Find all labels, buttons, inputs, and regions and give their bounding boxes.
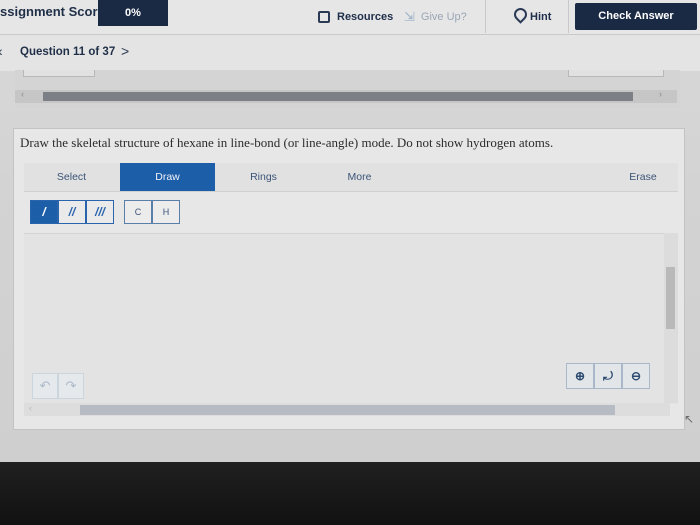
carbon-atom-button[interactable]: C	[124, 200, 152, 224]
tab-erase[interactable]: Erase	[609, 163, 677, 191]
redo-icon[interactable]: ↷	[58, 373, 84, 399]
give-up-button[interactable]: ⇲ Give Up?	[398, 0, 482, 33]
assignment-score-label: ssignment Score:	[0, 4, 110, 19]
zoom-in-icon[interactable]: ⊕	[566, 363, 594, 389]
tab-rings[interactable]: Rings	[216, 163, 311, 191]
frame-right-tab	[568, 70, 664, 77]
zoom-reset-icon[interactable]: ⤾	[594, 363, 622, 389]
scroll-left-arrow[interactable]: ‹	[21, 89, 24, 99]
give-up-label: Give Up?	[420, 10, 467, 23]
triple-bond-button[interactable]: ///	[86, 200, 114, 224]
question-panel: Draw the skeletal structure of hexane in…	[13, 128, 685, 430]
scroll-right-arrow[interactable]: ›	[659, 89, 662, 99]
single-bond-button[interactable]: /	[30, 200, 58, 224]
horizontal-scrollbar-top[interactable]: ‹ ›	[15, 89, 677, 103]
hint-label: Hint	[530, 10, 552, 23]
question-counter: Question 11 of 37	[20, 46, 116, 58]
drawing-toolbar: Select Draw Rings More Erase	[24, 163, 678, 192]
canvas-horizontal-scrollbar[interactable]: ‹	[24, 403, 670, 416]
atom-tool-group: C H	[124, 200, 180, 226]
tab-draw[interactable]: Draw	[120, 163, 215, 191]
undo-redo-group: ↶ ↷	[32, 373, 84, 399]
give-up-icon: ⇲	[404, 8, 415, 24]
undo-icon[interactable]: ↶	[32, 373, 58, 399]
hydrogen-atom-button[interactable]: H	[152, 200, 180, 224]
resources-button[interactable]: Resources	[310, 0, 394, 33]
document-icon	[318, 10, 330, 23]
question-prompt: Draw the skeletal structure of hexane in…	[20, 135, 554, 150]
check-answer-button[interactable]: Check Answer	[575, 3, 697, 30]
double-bond-button[interactable]: //	[58, 200, 86, 224]
mouse-cursor-icon: ↖	[684, 412, 695, 426]
scrollbar-thumb[interactable]	[80, 405, 615, 415]
previous-question-arrow[interactable]: ‹	[0, 43, 3, 59]
scrollbar-thumb[interactable]	[43, 92, 633, 101]
top-bar: ssignment Score: 0% Resources ⇲ Give Up?…	[0, 0, 700, 34]
zoom-out-icon[interactable]: ⊖	[622, 363, 650, 389]
assignment-score-value: 0%	[98, 0, 168, 26]
bond-tool-group: / // ///	[30, 200, 114, 226]
question-navigation: ‹ Question 11 of 37 >	[0, 34, 700, 71]
frame-left-tab	[23, 70, 95, 77]
scroll-left-arrow[interactable]: ‹	[29, 403, 32, 413]
monitor-bezel	[0, 462, 700, 525]
screen: ssignment Score: 0% Resources ⇲ Give Up?…	[0, 0, 700, 462]
resources-label: Resources	[337, 10, 394, 23]
tab-more[interactable]: More	[312, 163, 407, 191]
tab-select[interactable]: Select	[24, 163, 119, 191]
canvas-vertical-scrollbar[interactable]	[664, 233, 678, 403]
zoom-controls: ⊕ ⤾ ⊖	[566, 363, 650, 389]
next-question-arrow[interactable]: >	[121, 43, 129, 59]
scrollbar-thumb[interactable]	[666, 267, 675, 329]
